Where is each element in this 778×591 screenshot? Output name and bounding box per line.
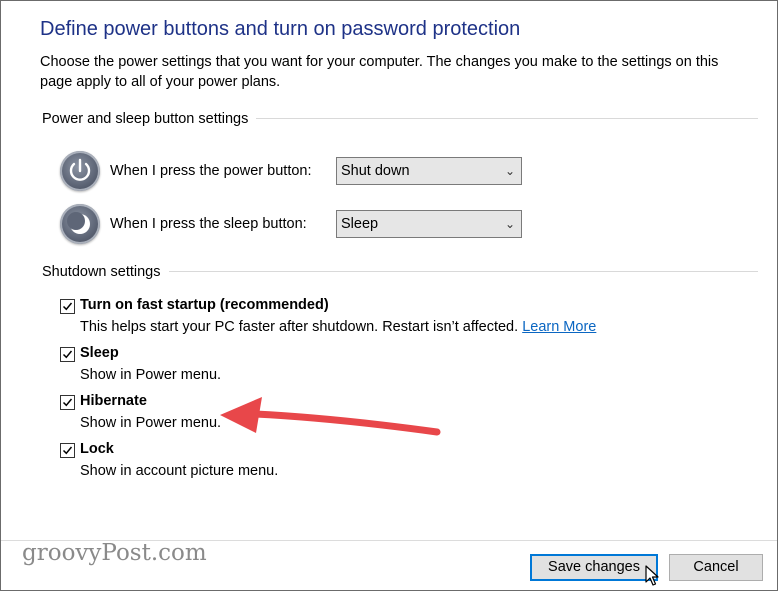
brand-watermark: groovyPost.com xyxy=(22,540,207,566)
cancel-button[interactable]: Cancel xyxy=(669,554,763,581)
mouse-cursor-icon xyxy=(645,565,659,586)
save-changes-button[interactable]: Save changes xyxy=(530,554,658,581)
annotation-arrow xyxy=(220,397,441,436)
